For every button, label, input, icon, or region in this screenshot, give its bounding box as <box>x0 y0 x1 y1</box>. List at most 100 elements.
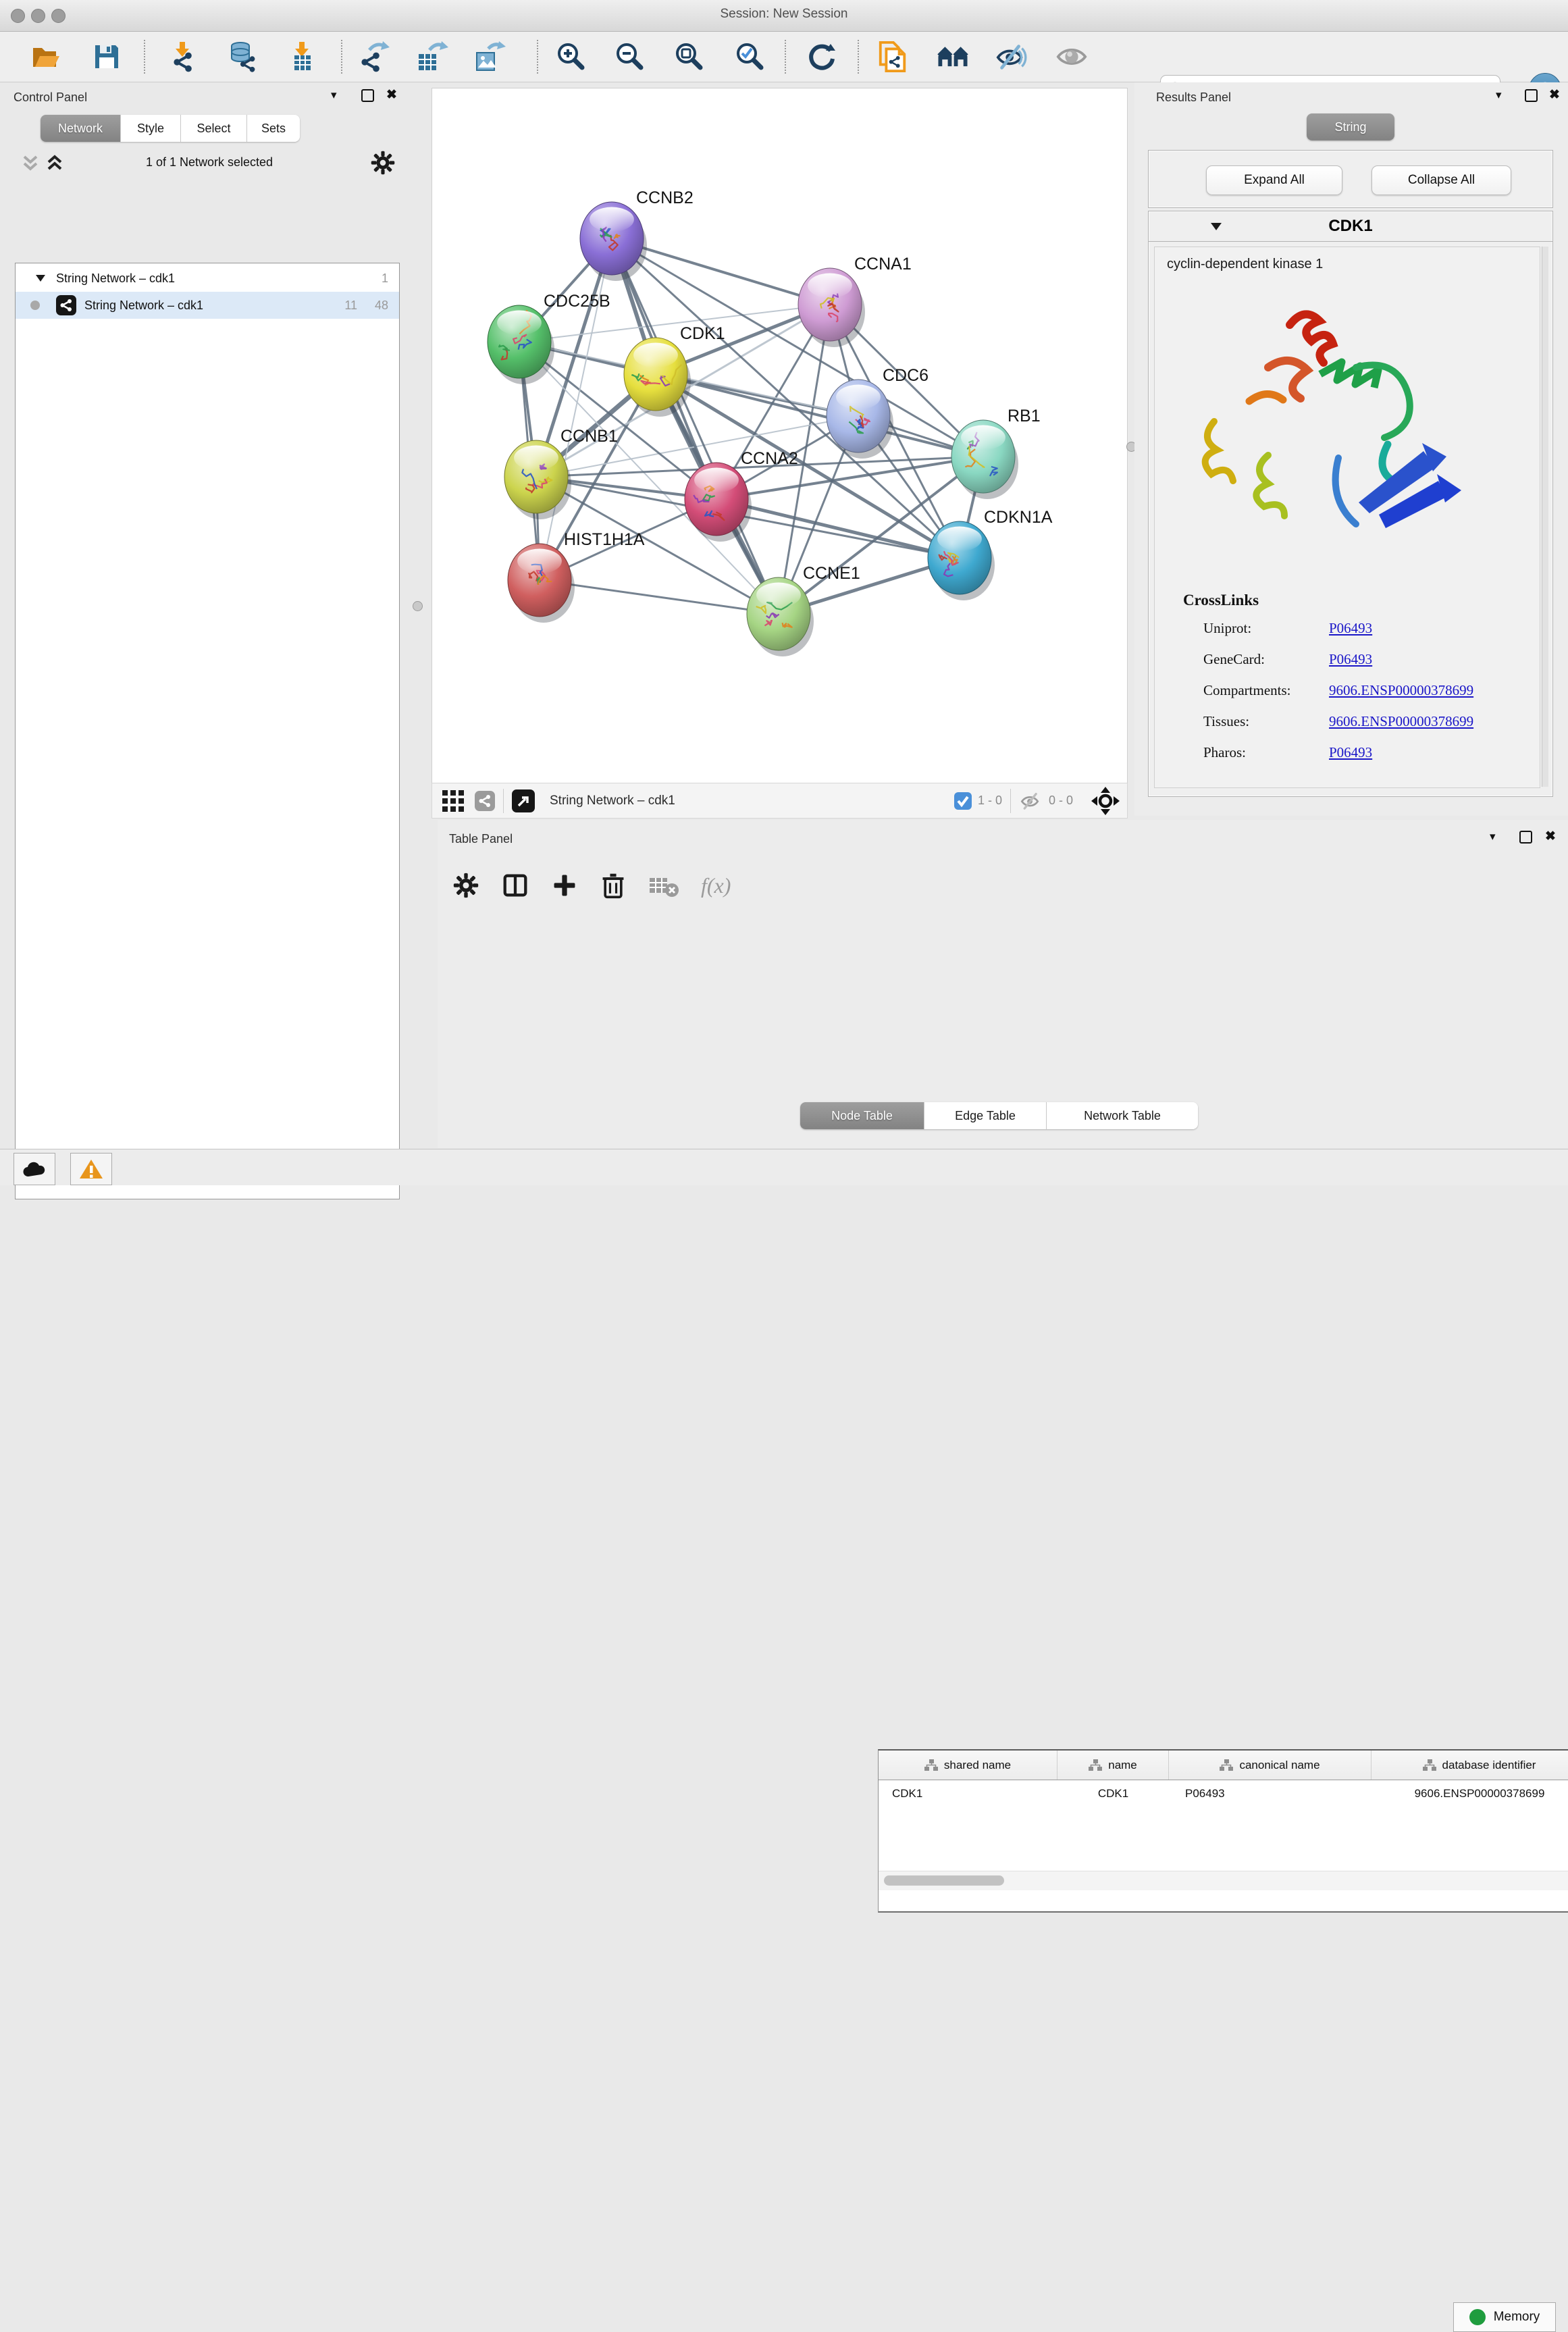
footer-separator <box>503 789 504 813</box>
results-panel-title: Results Panel <box>1156 90 1231 105</box>
hidden-eye-slash-icon[interactable] <box>1019 791 1043 811</box>
delete-table-icon[interactable] <box>648 873 679 898</box>
zoom-in-icon <box>555 41 586 72</box>
network-edge-CCNB2-CCNE1[interactable] <box>612 238 779 614</box>
crosslink-link[interactable]: P06493 <box>1329 651 1372 668</box>
save-session-button[interactable] <box>90 41 123 73</box>
tab-sets[interactable]: Sets <box>247 115 300 142</box>
hide-selected-button[interactable] <box>995 41 1028 73</box>
crosslink-link[interactable]: 9606.ENSP00000378699 <box>1329 713 1473 730</box>
clone-network-button[interactable] <box>877 41 909 73</box>
results-scrollbar[interactable] <box>1542 247 1548 787</box>
node-label-CCNA1: CCNA1 <box>854 255 912 274</box>
warnings-button[interactable] <box>70 1153 112 1185</box>
vertical-splitter-handle[interactable] <box>413 601 423 611</box>
memory-button[interactable]: Memory <box>1453 2302 1556 2332</box>
collapse-all-networks-icon[interactable] <box>45 154 65 176</box>
zoom-in-button[interactable] <box>554 41 587 73</box>
column-header[interactable]: database identifier <box>1371 1751 1568 1780</box>
add-column-icon[interactable] <box>551 872 578 899</box>
expand-all-button[interactable]: Expand All <box>1206 165 1342 195</box>
panel-menu-icon[interactable]: ▾ <box>331 88 337 102</box>
memory-status-dot <box>1469 2309 1486 2325</box>
node-label-HIST1H1A: HIST1H1A <box>564 530 645 549</box>
panel-menu-icon[interactable]: ▾ <box>1490 830 1496 844</box>
column-header[interactable]: name <box>1057 1751 1169 1780</box>
grid-view-icon[interactable] <box>441 789 465 813</box>
apply-layout-button[interactable] <box>806 41 839 73</box>
table-row[interactable]: CDK1 CDK1 P06493 9606.ENSP00000378699 cy… <box>879 1780 1568 1807</box>
column-header[interactable]: canonical name <box>1169 1751 1371 1780</box>
collection-expander-icon[interactable] <box>34 274 47 283</box>
delete-column-icon[interactable] <box>600 871 627 900</box>
cloud-services-button[interactable] <box>14 1153 55 1185</box>
control-panel: Control Panel ▾ ✖ Network Style Select S… <box>0 82 416 1148</box>
zoom-selected-button[interactable] <box>733 41 766 73</box>
collapse-all-button[interactable]: Collapse All <box>1371 165 1511 195</box>
network-options-gear-button[interactable] <box>370 150 396 179</box>
network-thumbnail-icon[interactable] <box>475 791 495 811</box>
show-all-button[interactable] <box>1055 41 1088 73</box>
open-in-window-icon[interactable] <box>512 789 535 812</box>
first-neighbors-button[interactable] <box>937 41 969 73</box>
tab-style[interactable]: Style <box>121 115 181 142</box>
network-edge-CCNE1-HIST1H1A[interactable] <box>540 580 779 614</box>
panel-close-icon[interactable]: ✖ <box>1545 829 1556 844</box>
table-horizontal-scrollbar[interactable] <box>879 1871 1568 1890</box>
section-expander-icon[interactable] <box>1209 222 1223 232</box>
zoom-out-button[interactable] <box>613 41 646 73</box>
show-columns-icon[interactable] <box>501 871 529 900</box>
network-collection-row[interactable]: String Network – cdk1 1 <box>16 263 399 292</box>
column-tree-icon <box>924 1759 938 1771</box>
column-header[interactable]: shared name <box>879 1751 1057 1780</box>
tab-node-table[interactable]: Node Table <box>800 1102 924 1129</box>
cell-name[interactable]: CDK1 <box>1057 1787 1169 1800</box>
function-builder-icon[interactable]: f(x) <box>701 873 731 898</box>
export-image-button[interactable] <box>473 41 506 73</box>
main-toolbar: ? <box>0 32 1568 82</box>
network-list: String Network – cdk1 1 String Network –… <box>15 263 400 1199</box>
scrollbar-thumb[interactable] <box>884 1875 1004 1886</box>
zoom-selected-icon <box>734 41 765 72</box>
open-session-button[interactable] <box>30 41 62 73</box>
network-edge-CDK1-RB1[interactable] <box>656 374 983 457</box>
export-network-button[interactable] <box>359 41 391 73</box>
table-options-gear-icon[interactable] <box>452 872 479 899</box>
panel-menu-icon[interactable]: ▾ <box>1496 88 1502 102</box>
export-table-button[interactable] <box>416 41 448 73</box>
table-toolbar: f(x) <box>452 871 731 900</box>
crosslink-link[interactable]: P06493 <box>1329 744 1372 761</box>
network-edge-CCNB2-HIST1H1A[interactable] <box>540 238 612 580</box>
results-panel: Results Panel ▾ ✖ String Expand All Coll… <box>1134 82 1568 816</box>
network-row[interactable]: String Network – cdk1 11 48 <box>16 292 399 319</box>
network-canvas[interactable]: CCNB2CCNA1CDC25BCDK1CDC6RB1CCNB1CCNA2CDK… <box>432 88 1128 783</box>
toolbar-separator <box>341 40 342 74</box>
cloud-icon <box>22 1160 47 1178</box>
network-node-count: 11 <box>326 299 357 313</box>
zoom-fit-button[interactable] <box>673 41 705 73</box>
panel-float-icon[interactable] <box>361 89 374 102</box>
crosslink-link[interactable]: P06493 <box>1329 620 1372 637</box>
tab-network[interactable]: Network <box>41 115 121 142</box>
cell-canonical-name[interactable]: P06493 <box>1169 1787 1371 1800</box>
panel-close-icon[interactable]: ✖ <box>386 87 397 103</box>
import-network-file-button[interactable] <box>166 41 199 73</box>
tab-network-table[interactable]: Network Table <box>1047 1102 1198 1129</box>
import-table-button[interactable] <box>286 41 318 73</box>
protein-section-header[interactable]: CDK1 <box>1149 211 1552 242</box>
import-network-database-button[interactable] <box>226 41 258 73</box>
cell-database-identifier[interactable]: 9606.ENSP00000378699 <box>1371 1787 1568 1800</box>
control-panel-title: Control Panel <box>14 90 87 105</box>
birds-eye-view-icon[interactable] <box>1091 786 1120 816</box>
expand-all-networks-icon[interactable] <box>20 154 41 176</box>
selected-checkbox-icon[interactable] <box>953 792 972 810</box>
panel-close-icon[interactable]: ✖ <box>1549 87 1560 103</box>
panel-float-icon[interactable] <box>1525 89 1538 102</box>
panel-float-icon[interactable] <box>1519 831 1532 844</box>
tab-select[interactable]: Select <box>181 115 247 142</box>
protein-name: CDK1 <box>1223 217 1478 236</box>
tab-string[interactable]: String <box>1307 113 1394 140</box>
cell-shared-name[interactable]: CDK1 <box>879 1787 1057 1800</box>
crosslink-link[interactable]: 9606.ENSP00000378699 <box>1329 682 1473 699</box>
tab-edge-table[interactable]: Edge Table <box>924 1102 1047 1129</box>
